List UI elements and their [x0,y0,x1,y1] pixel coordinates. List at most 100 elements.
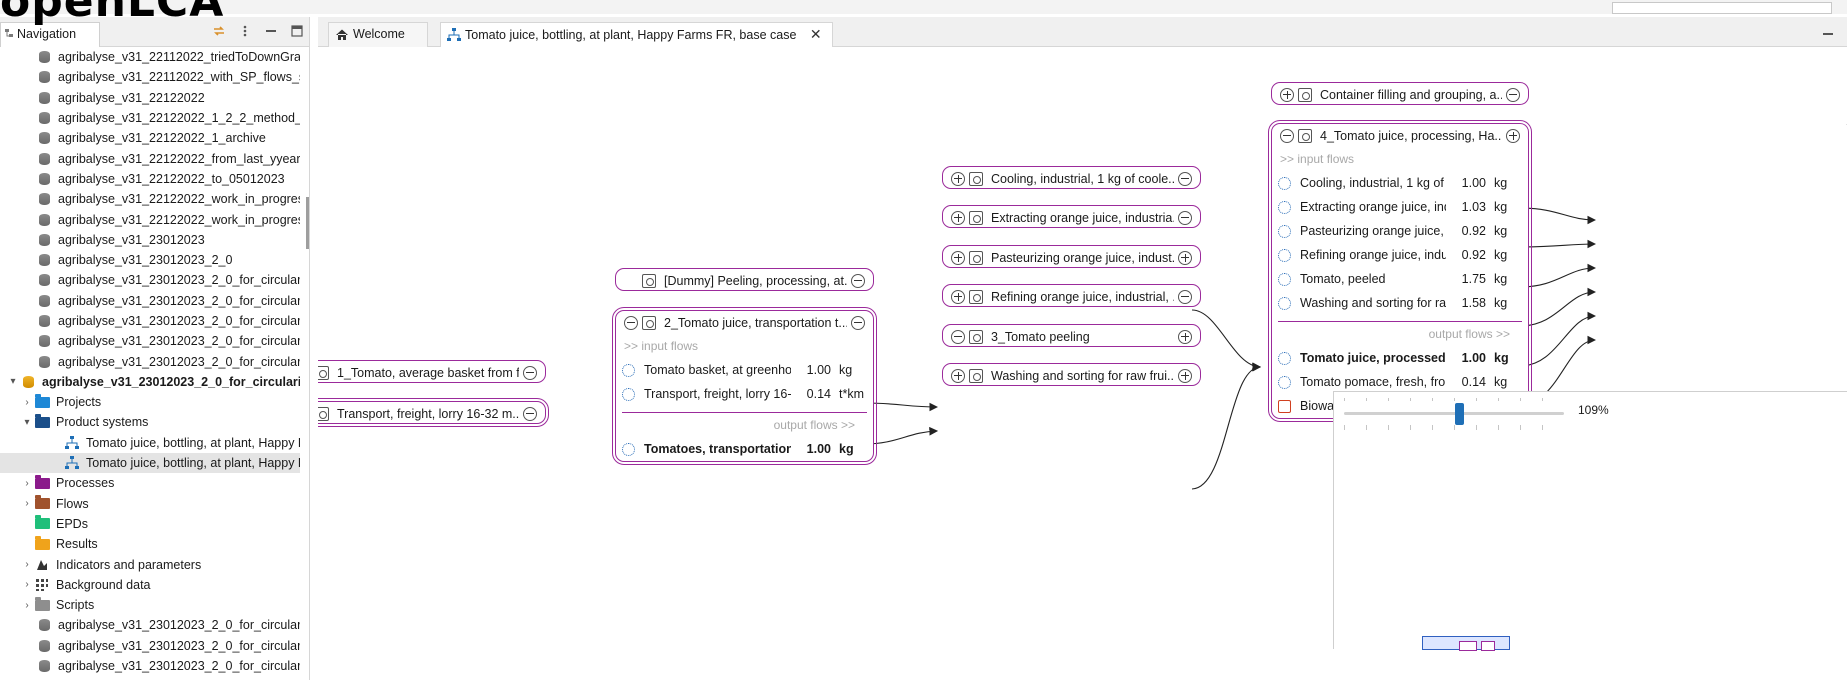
input-flow-row[interactable]: Extracting orange juice, indus... 1.03 kg [1272,195,1528,219]
input-flow-row[interactable]: Washing and sorting for raw f... 1.58 kg [1272,291,1528,315]
top-search-field[interactable] [1612,2,1832,14]
expand-toggle-icon[interactable] [22,314,36,328]
expand-toggle-icon[interactable] [22,111,36,125]
process-node-n2[interactable]: 2_Tomato juice, transportation t... >> in… [612,307,877,465]
input-flow-row[interactable]: Cooling, industrial, 1 kg of co... 1.00 kg [1272,171,1528,195]
close-tab-icon[interactable]: ✕ [810,26,822,42]
process-node-transport[interactable]: Transport, freight, lorry 16-32 m... [318,398,549,427]
expand-outputs-icon[interactable] [1178,368,1192,383]
outputs-toggle-icon[interactable] [851,315,865,330]
process-node-n3[interactable]: 3_Tomato peeling [942,324,1201,347]
process-node-n4[interactable]: 4_Tomato juice, processing, Ha... >> inpu… [1268,120,1532,422]
expand-toggle-icon[interactable] [22,213,36,227]
collapse-inputs-icon[interactable] [951,329,965,344]
collapse-inputs-icon[interactable] [1280,128,1294,143]
input-flow-row[interactable]: Refining orange juice, industri... 0.92 kg [1272,243,1528,267]
outputs-toggle-icon[interactable] [1506,128,1520,143]
view-menu-icon[interactable] [237,23,253,39]
database-item[interactable]: agribalyse_v31_22122022_work_in_progress [0,209,300,229]
input-flow-row[interactable]: Transport, freight, lorry 16-3... 0.14 t*k… [616,382,873,406]
folder-background-data[interactable]: › Background data [0,575,300,595]
collapse-outputs-icon[interactable] [1178,171,1192,186]
expand-toggle-icon[interactable] [22,334,36,348]
expand-toggle-icon[interactable] [22,355,36,369]
database-item[interactable]: agribalyse_v31_22122022_work_in_progress [0,189,300,209]
database-item[interactable]: agribalyse_v31_22122022_to_05012023 [0,169,300,189]
collapse-outputs-icon[interactable] [1506,87,1520,102]
expand-toggle-icon[interactable] [22,273,36,287]
database-item[interactable]: agribalyse_v31_22122022 [0,88,300,108]
expand-toggle-icon[interactable]: › [20,598,34,612]
database-item[interactable]: agribalyse_v31_23012023_2_0 [0,250,300,270]
expand-toggle-icon[interactable] [50,456,64,470]
database-item[interactable]: agribalyse_v31_23012023_2_0_for_circular… [0,656,300,676]
expand-toggle-icon[interactable] [22,91,36,105]
database-item[interactable]: agribalyse_v31_22122022_from_last_yyear [0,148,300,168]
collapse-outputs-icon[interactable] [851,273,865,288]
database-item[interactable]: agribalyse_v31_23012023_2_0_for_circular… [0,615,300,635]
minimize-icon[interactable] [263,23,279,39]
folder-product-systems[interactable]: ▾ Product systems [0,412,300,432]
expand-toggle-icon[interactable] [22,618,36,632]
database-item[interactable]: agribalyse_v31_23012023_2_0_for_circular… [0,676,300,680]
collapse-outputs-icon[interactable] [523,406,537,421]
expand-outputs-icon[interactable] [1178,329,1192,344]
expand-toggle-icon[interactable] [50,436,64,450]
process-node-pasteurizing[interactable]: Pasteurizing orange juice, indust... [942,245,1201,268]
expand-toggle-icon[interactable]: › [20,476,34,490]
input-flow-row[interactable]: Pasteurizing orange juice, ind... 0.92 kg [1272,219,1528,243]
expand-toggle-icon[interactable]: › [20,578,34,592]
output-flow-row[interactable]: Tomato juice, processed, Ha... 1.00 kg [1272,346,1528,370]
expand-toggle-icon[interactable] [22,70,36,84]
input-flow-row[interactable]: Tomato, peeled 1.75 kg [1272,267,1528,291]
process-node-n1[interactable]: 1_Tomato, average basket from f... [318,360,546,383]
expand-toggle-icon[interactable] [22,50,36,64]
database-item[interactable]: agribalyse_v31_23012023_2_0_for_circular… [0,351,300,371]
expand-toggle-icon[interactable]: › [20,497,34,511]
process-node-refining[interactable]: Refining orange juice, industrial, ... [942,284,1201,307]
minimap-viewport[interactable] [1422,636,1510,651]
expand-toggle-icon[interactable]: ▾ [6,375,20,389]
database-item[interactable]: agribalyse_v31_23012023_2_0_for_circular… [0,331,300,351]
database-item[interactable]: agribalyse_v31_22122022_1_2_2_method_pa [0,108,300,128]
tab-product-system[interactable]: Tomato juice, bottling, at plant, Happy … [440,22,833,47]
folder-flows[interactable]: › Flows [0,494,300,514]
expand-inputs-icon[interactable] [951,171,965,186]
expand-inputs-icon[interactable] [1280,87,1294,102]
expand-inputs-icon[interactable] [951,250,965,265]
folder-indicators-and-parameters[interactable]: › Indicators and parameters [0,554,300,574]
expand-toggle-icon[interactable] [22,294,36,308]
navigation-scrollbar[interactable] [306,197,309,249]
zoom-slider-thumb[interactable] [1454,403,1464,425]
folder-epds[interactable]: EPDs [0,514,300,534]
folder-scripts[interactable]: › Scripts [0,595,300,615]
database-item[interactable]: agribalyse_v31_23012023_2_0_for_circular… [0,311,300,331]
folder-processes[interactable]: › Processes [0,473,300,493]
expand-inputs-icon[interactable] [951,289,965,304]
output-flow-row[interactable]: Tomatoes, transportation to ... 1.00 kg [616,437,873,461]
expand-toggle-icon[interactable] [22,192,36,206]
expand-inputs-icon[interactable] [951,368,965,383]
expand-toggle-icon[interactable]: ▾ [20,415,34,429]
expand-toggle-icon[interactable] [20,517,34,531]
expand-toggle-icon[interactable] [22,659,36,673]
expand-toggle-icon[interactable]: › [20,558,34,572]
process-node-dummy[interactable]: [Dummy] Peeling, processing, at... [615,268,874,291]
collapse-outputs-icon[interactable] [1178,210,1192,225]
product-system-item[interactable]: Tomato juice, bottling, at plant, Happy … [0,433,300,453]
expand-toggle-icon[interactable] [22,253,36,267]
process-node-cooling[interactable]: Cooling, industrial, 1 kg of coole... [942,166,1201,189]
database-item[interactable]: agribalyse_v31_22122022_1_archive [0,128,300,148]
database-item[interactable]: agribalyse_v31_23012023 [0,230,300,250]
database-item[interactable]: agribalyse_v31_23012023_2_0_for_circular… [0,291,300,311]
maximize-icon[interactable] [289,23,305,39]
expand-toggle-icon[interactable]: › [20,395,34,409]
expand-outputs-icon[interactable] [1178,250,1192,265]
collapse-outputs-icon[interactable] [1178,289,1192,304]
editor-minimize-icon[interactable] [1823,25,1833,35]
collapse-outputs-icon[interactable] [523,365,537,380]
input-flow-row[interactable]: Tomato basket, at greenho... 1.00 kg [616,358,873,382]
collapse-inputs-icon[interactable] [624,315,638,330]
expand-inputs-icon[interactable] [951,210,965,225]
process-node-extracting[interactable]: Extracting orange juice, industria... [942,205,1201,228]
